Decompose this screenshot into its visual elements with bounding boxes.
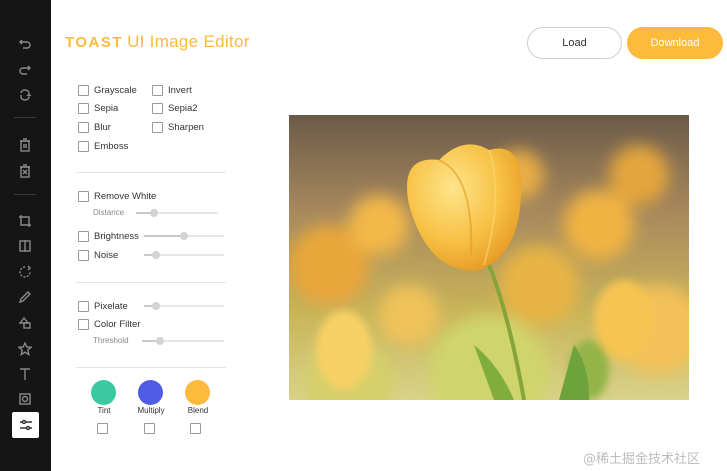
threshold-label: Threshold bbox=[93, 336, 129, 345]
blend-checkbox[interactable] bbox=[190, 423, 201, 434]
noise-slider[interactable] bbox=[144, 251, 224, 259]
remove-white-checkbox[interactable]: Remove White bbox=[78, 191, 156, 202]
divider bbox=[76, 282, 226, 283]
blur-checkbox[interactable]: Blur bbox=[78, 122, 111, 133]
remove-white-label: Remove White bbox=[94, 191, 157, 202]
distance-label: Distance bbox=[93, 208, 125, 217]
invert-checkbox[interactable]: Invert bbox=[152, 85, 192, 96]
brightness-checkbox[interactable]: Brightness bbox=[78, 231, 139, 242]
crop-icon[interactable] bbox=[14, 211, 36, 231]
multiply-color-picker[interactable] bbox=[138, 380, 163, 405]
slider-thumb[interactable] bbox=[152, 302, 160, 310]
checkbox-box[interactable] bbox=[78, 301, 89, 312]
checkbox-box[interactable] bbox=[78, 191, 89, 202]
divider bbox=[76, 367, 226, 368]
grayscale-checkbox[interactable]: Grayscale bbox=[78, 85, 137, 96]
pixelate-label: Pixelate bbox=[94, 301, 128, 312]
checkbox-box[interactable] bbox=[152, 85, 163, 96]
logo-product: UI Image Editor bbox=[127, 32, 250, 51]
blend-color-picker[interactable] bbox=[185, 380, 210, 405]
sharpen-label: Sharpen bbox=[168, 122, 204, 133]
rotate-icon[interactable] bbox=[14, 262, 36, 282]
multiply-label: Multiply bbox=[137, 406, 165, 415]
tint-label: Tint bbox=[97, 406, 111, 415]
distance-slider[interactable] bbox=[136, 209, 218, 217]
threshold-slider[interactable] bbox=[142, 337, 224, 345]
checkbox-box[interactable] bbox=[152, 122, 163, 133]
sepia-checkbox[interactable]: Sepia bbox=[78, 103, 118, 114]
checkbox-box[interactable] bbox=[78, 141, 89, 152]
blur-label: Blur bbox=[94, 122, 111, 133]
text-icon[interactable] bbox=[14, 364, 36, 384]
tint-color-picker[interactable] bbox=[91, 380, 116, 405]
pixelate-slider[interactable] bbox=[144, 302, 224, 310]
reset-icon[interactable] bbox=[14, 85, 36, 105]
app-logo: TOAST UI Image Editor bbox=[65, 31, 250, 53]
tool-menu bbox=[0, 0, 51, 471]
redo-icon[interactable] bbox=[14, 60, 36, 80]
emboss-label: Emboss bbox=[94, 141, 129, 152]
load-button[interactable]: Load bbox=[527, 27, 622, 59]
noise-checkbox[interactable]: Noise bbox=[78, 250, 118, 261]
checkbox-box[interactable] bbox=[78, 103, 89, 114]
delete-all-icon[interactable] bbox=[14, 161, 36, 181]
slider-thumb[interactable] bbox=[156, 337, 164, 345]
image-editor-app: TOAST UI Image Editor Load Download Gray… bbox=[0, 0, 727, 471]
undo-icon[interactable] bbox=[14, 34, 36, 54]
download-button[interactable]: Download bbox=[627, 27, 723, 59]
delete-icon[interactable] bbox=[14, 135, 36, 155]
logo-brand: TOAST bbox=[65, 33, 124, 51]
checkbox-box[interactable] bbox=[78, 231, 89, 242]
slider-thumb[interactable] bbox=[180, 232, 188, 240]
shape-icon[interactable] bbox=[14, 313, 36, 333]
tint-checkbox[interactable] bbox=[97, 423, 108, 434]
tulip-photo bbox=[289, 115, 689, 400]
mask-icon[interactable] bbox=[14, 389, 36, 409]
slider-thumb[interactable] bbox=[152, 251, 160, 259]
flip-icon[interactable] bbox=[14, 236, 36, 256]
blend-label: Blend bbox=[187, 406, 209, 415]
checkbox-box[interactable] bbox=[152, 103, 163, 114]
grayscale-label: Grayscale bbox=[94, 85, 137, 96]
editor-canvas[interactable] bbox=[289, 115, 689, 400]
sharpen-checkbox[interactable]: Sharpen bbox=[152, 122, 204, 133]
noise-label: Noise bbox=[94, 250, 119, 261]
brightness-slider[interactable] bbox=[144, 232, 224, 240]
icon-tool-icon[interactable] bbox=[14, 339, 36, 359]
sepia2-label: Sepia2 bbox=[168, 103, 198, 114]
checkbox-box[interactable] bbox=[78, 250, 89, 261]
multiply-checkbox[interactable] bbox=[144, 423, 155, 434]
checkbox-box[interactable] bbox=[78, 85, 89, 96]
checkbox-box[interactable] bbox=[78, 319, 89, 330]
color-filter-label: Color Filter bbox=[94, 319, 141, 330]
divider bbox=[76, 172, 226, 173]
color-filter-checkbox[interactable]: Color Filter bbox=[78, 319, 140, 330]
checkbox-box[interactable] bbox=[78, 122, 89, 133]
draw-icon[interactable] bbox=[14, 287, 36, 307]
emboss-checkbox[interactable]: Emboss bbox=[78, 141, 128, 152]
filter-icon[interactable] bbox=[12, 412, 39, 438]
filter-panel: Grayscale Invert Sepia Sepia2 Blur Sharp… bbox=[76, 80, 228, 440]
sepia2-checkbox[interactable]: Sepia2 bbox=[152, 103, 198, 114]
watermark: @稀土掘金技术社区 bbox=[583, 452, 701, 467]
sepia-label: Sepia bbox=[94, 103, 119, 114]
pixelate-checkbox[interactable]: Pixelate bbox=[78, 301, 128, 312]
invert-label: Invert bbox=[168, 85, 192, 96]
brightness-label: Brightness bbox=[94, 231, 139, 242]
slider-thumb[interactable] bbox=[150, 209, 158, 217]
